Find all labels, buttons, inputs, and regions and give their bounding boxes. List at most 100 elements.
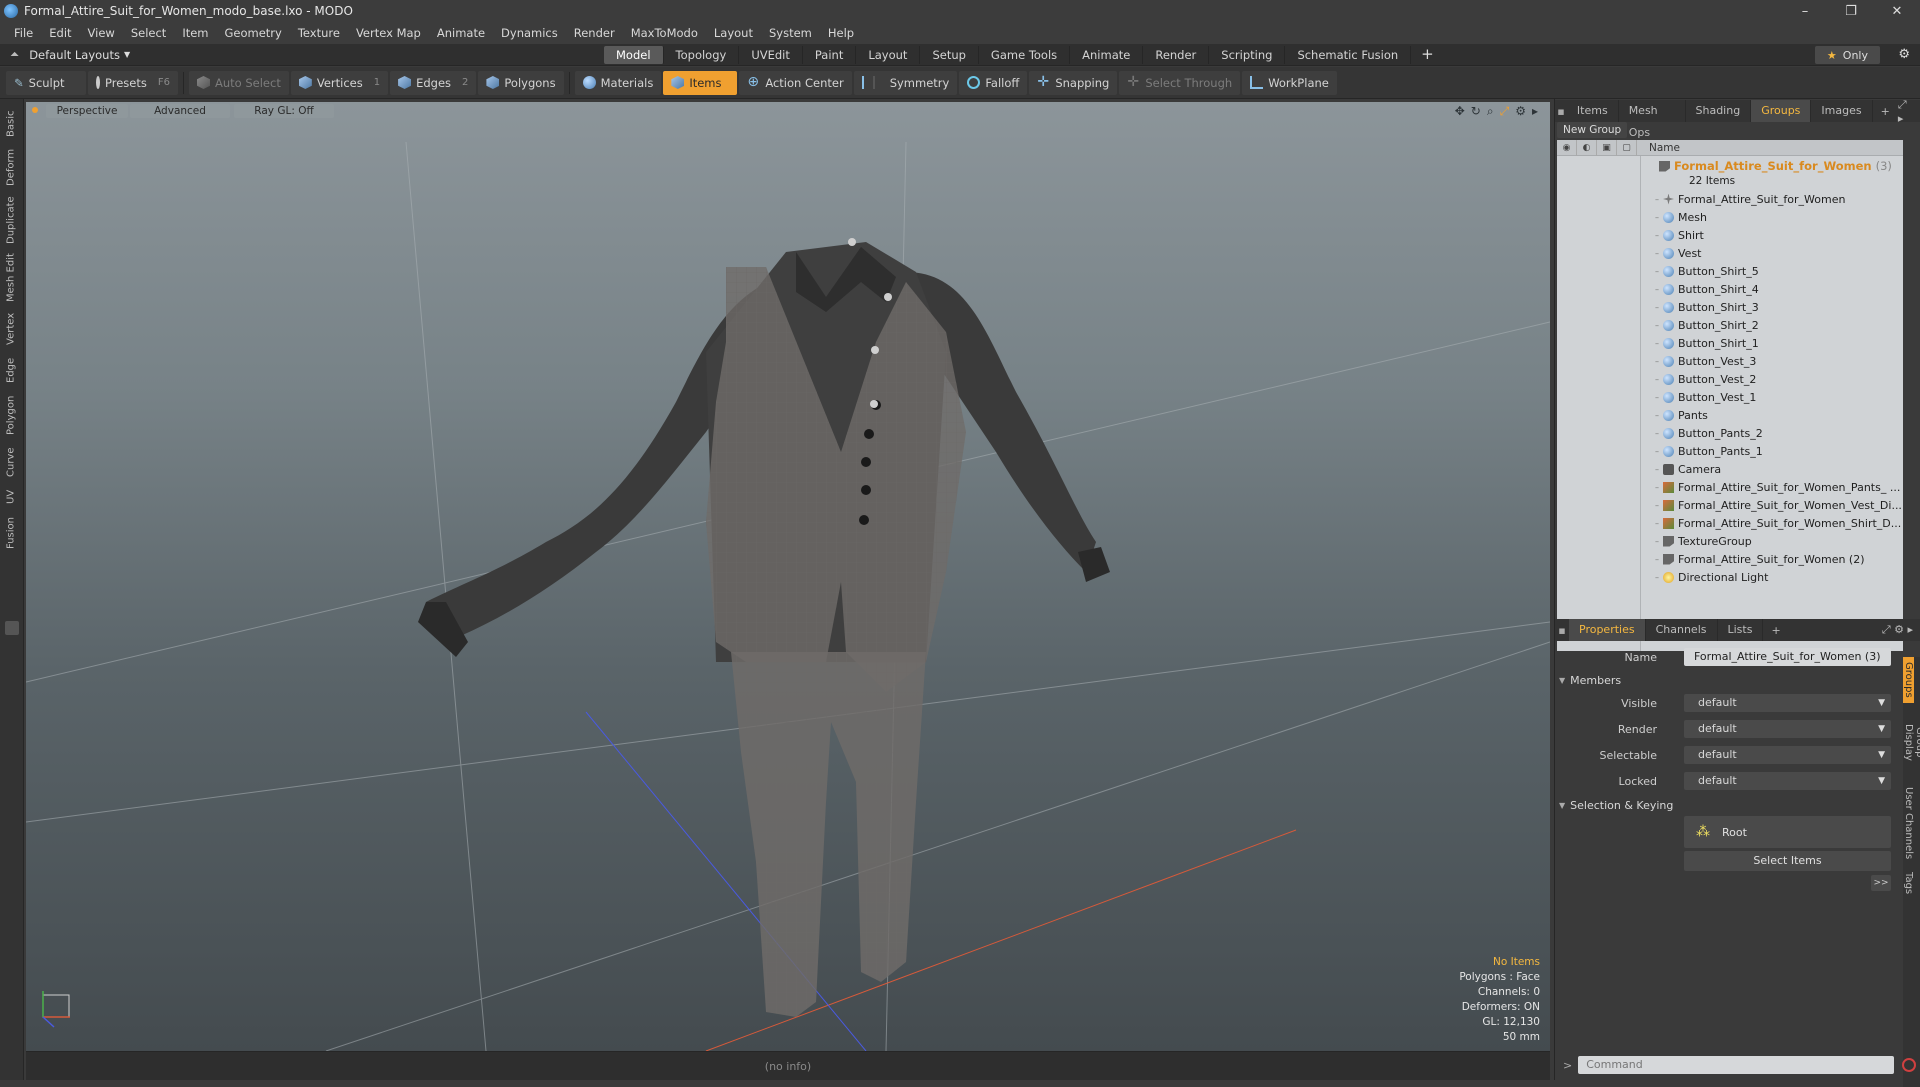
menu-geometry[interactable]: Geometry	[217, 26, 290, 40]
more-button[interactable]: >>	[1871, 875, 1891, 891]
collapse-arrow-icon[interactable]: ⏶	[10, 47, 19, 62]
menu-view[interactable]: View	[80, 26, 123, 40]
select-icon[interactable]: ▢	[1617, 140, 1637, 156]
command-input[interactable]: Command	[1578, 1056, 1895, 1074]
tree-item[interactable]: – Vest	[1557, 244, 1903, 262]
properties-maximize-icon[interactable]: ⤢ ⚙ ▸	[1882, 623, 1920, 637]
menu-help[interactable]: Help	[820, 26, 862, 40]
tab-topology[interactable]: Topology	[664, 46, 740, 64]
raygl-button[interactable]: Ray GL: Off	[234, 104, 334, 118]
zoom-icon[interactable]: ⌕	[1487, 104, 1494, 119]
menu-layout[interactable]: Layout	[706, 26, 761, 40]
tab-uv[interactable]: UV	[3, 485, 19, 509]
sculpt-button[interactable]: ✎ Sculpt	[6, 70, 86, 95]
polygons-button[interactable]: Polygons	[478, 70, 564, 95]
selectable-dropdown[interactable]: default ▼	[1684, 746, 1891, 764]
select-items-button[interactable]: Select Items	[1684, 851, 1891, 871]
render-icon[interactable]: ◐	[1577, 140, 1597, 156]
tree-item[interactable]: – Formal_Attire_Suit_for_Women	[1557, 190, 1903, 208]
new-group-button[interactable]: New Group	[1557, 122, 1628, 138]
render-dropdown[interactable]: default ▼	[1684, 720, 1891, 738]
panel-toggle-icon[interactable]	[5, 621, 19, 635]
side-tab-user-channels[interactable]: User Channels	[1903, 781, 1914, 865]
tree-item[interactable]: – Button_Shirt_2	[1557, 316, 1903, 334]
edges-button[interactable]: Edges 2	[390, 70, 477, 95]
restore-button[interactable]: ❐	[1828, 0, 1874, 22]
add-tab-icon[interactable]: +	[1411, 46, 1444, 64]
menu-edit[interactable]: Edit	[41, 26, 79, 40]
tab-vertex[interactable]: Vertex	[3, 309, 19, 349]
tab-deform[interactable]: Deform	[3, 145, 19, 189]
tab-animate[interactable]: Animate	[1070, 46, 1144, 64]
tab-shading[interactable]: Shading	[1686, 100, 1752, 122]
tree-item[interactable]: – TextureGroup	[1557, 532, 1903, 550]
tab-duplicate[interactable]: Duplicate	[3, 193, 19, 247]
tab-images[interactable]: Images	[1811, 100, 1873, 122]
tree-item[interactable]: – Camera	[1557, 460, 1903, 478]
tab-setup[interactable]: Setup	[920, 46, 979, 64]
panel-menu-dot-icon[interactable]: ▪	[1555, 105, 1567, 118]
tab-mesh-ops[interactable]: Mesh Ops	[1619, 100, 1686, 139]
tab-properties[interactable]: Properties	[1569, 619, 1646, 641]
tab-basic[interactable]: Basic	[3, 107, 19, 141]
tree-item[interactable]: – Pants	[1557, 406, 1903, 424]
tab-edge[interactable]: Edge	[3, 353, 19, 387]
tree-item[interactable]: – Button_Shirt_4	[1557, 280, 1903, 298]
gear-icon[interactable]: ⚙	[1898, 47, 1910, 62]
tab-game-tools[interactable]: Game Tools	[979, 46, 1071, 64]
viewport-settings-icon[interactable]: ⚙	[1515, 104, 1526, 119]
properties-menu-dot-icon[interactable]: ▪	[1555, 624, 1569, 637]
tree-item[interactable]: – Button_Pants_2	[1557, 424, 1903, 442]
layout-selector[interactable]: ⏶ Default Layouts ▼	[10, 47, 130, 62]
falloff-button[interactable]: Falloff	[959, 70, 1028, 95]
eye-icon[interactable]: ◉	[1557, 140, 1577, 156]
rotate-icon[interactable]: ↻	[1471, 104, 1481, 119]
only-button[interactable]: ★ Only	[1814, 46, 1880, 64]
menu-file[interactable]: File	[6, 26, 41, 40]
close-button[interactable]: ✕	[1874, 0, 1920, 22]
materials-button[interactable]: Materials	[574, 70, 662, 95]
shading-mode-button[interactable]: Advanced	[130, 104, 230, 118]
items-button[interactable]: Items	[663, 70, 738, 95]
side-tab-tags[interactable]: Tags	[1903, 865, 1914, 901]
name-field[interactable]: Formal_Attire_Suit_for_Women (3)	[1684, 648, 1891, 666]
side-tab-groups[interactable]: Groups	[1903, 657, 1914, 703]
tab-groups[interactable]: Groups	[1751, 100, 1812, 122]
pan-icon[interactable]: ✥	[1455, 104, 1465, 119]
tree-item[interactable]: – Formal_Attire_Suit_for_Women_Pants_ ...	[1557, 478, 1903, 496]
side-tab-group-display[interactable]: Group Display	[1903, 703, 1920, 781]
maximize-panel-icon[interactable]: ⤢ ▸	[1898, 98, 1920, 125]
tree-item[interactable]: – Button_Vest_3	[1557, 352, 1903, 370]
tab-scripting[interactable]: Scripting	[1209, 46, 1286, 64]
viewport-menu-dot-icon[interactable]	[32, 107, 38, 113]
selection-keying-section[interactable]: ▼ Selection & Keying	[1559, 799, 1673, 812]
menu-item[interactable]: Item	[174, 26, 216, 40]
fit-icon[interactable]: ⤢	[1500, 104, 1510, 119]
tab-paint[interactable]: Paint	[803, 46, 857, 64]
menu-maxtomodo[interactable]: MaxToModo	[623, 26, 706, 40]
auto-select-button[interactable]: Auto Select	[189, 70, 289, 95]
tab-schematic-fusion[interactable]: Schematic Fusion	[1285, 46, 1412, 64]
menu-system[interactable]: System	[761, 26, 820, 40]
tree-item[interactable]: – Button_Pants_1	[1557, 442, 1903, 460]
tree-item[interactable]: – Button_Vest_2	[1557, 370, 1903, 388]
snapping-button[interactable]: ✛ Snapping	[1029, 70, 1118, 95]
tab-curve[interactable]: Curve	[3, 443, 19, 481]
tree-item[interactable]: – Button_Shirt_3	[1557, 298, 1903, 316]
menu-render[interactable]: Render	[566, 26, 623, 40]
members-section[interactable]: ▼ Members	[1559, 674, 1621, 687]
tree-item[interactable]: – Formal_Attire_Suit_for_Women_Vest_Di...	[1557, 496, 1903, 514]
root-button[interactable]: ⁂ Root	[1684, 816, 1891, 848]
visible-dropdown[interactable]: default ▼	[1684, 694, 1891, 712]
menu-texture[interactable]: Texture	[290, 26, 348, 40]
tree-item[interactable]: – Shirt	[1557, 226, 1903, 244]
tab-items[interactable]: Items	[1567, 100, 1619, 122]
tab-uvedit[interactable]: UVEdit	[739, 46, 803, 64]
symmetry-button[interactable]: Symmetry	[853, 70, 958, 95]
add-panel-tab-icon[interactable]: +	[1873, 105, 1898, 118]
tree-item[interactable]: – Button_Vest_1	[1557, 388, 1903, 406]
tab-model[interactable]: Model	[604, 46, 664, 64]
tab-lists[interactable]: Lists	[1718, 619, 1764, 641]
tree-item[interactable]: – Formal_Attire_Suit_for_Women (2)	[1557, 550, 1903, 568]
tree-item[interactable]: – Directional Light	[1557, 568, 1903, 586]
